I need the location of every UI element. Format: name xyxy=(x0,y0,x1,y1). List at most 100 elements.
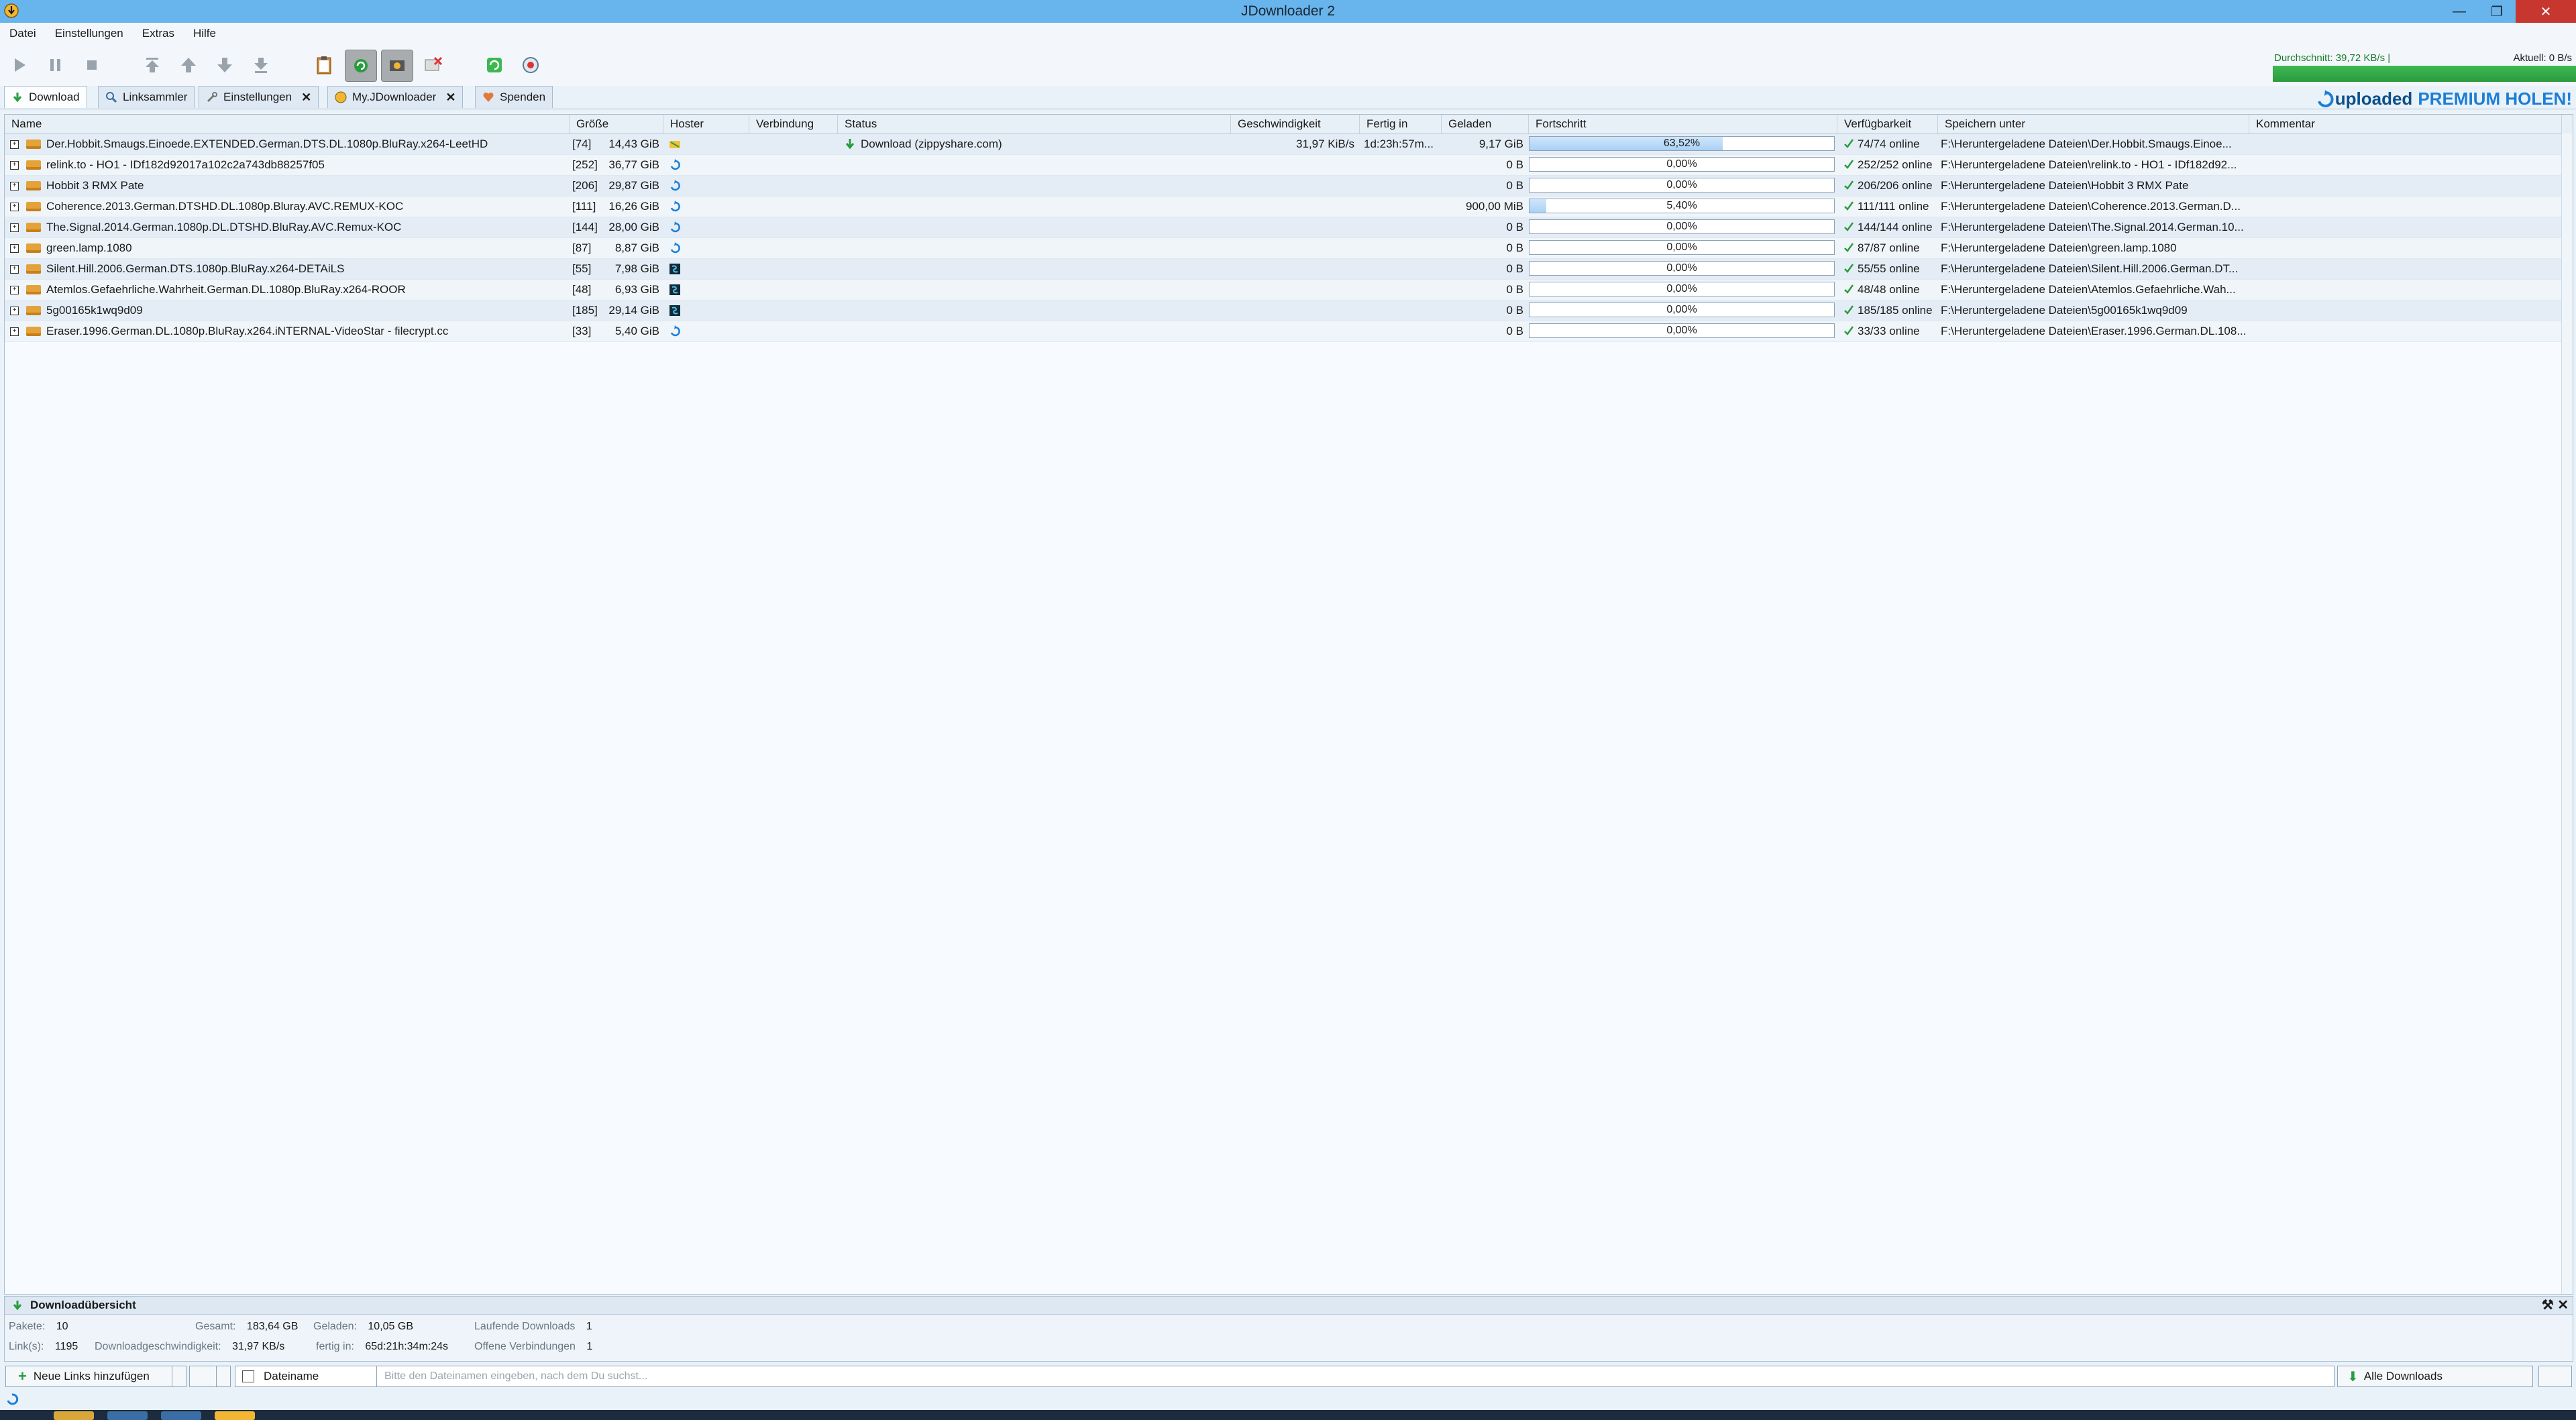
checkmark-icon xyxy=(1844,264,1854,273)
link-count: [111] xyxy=(572,200,596,213)
table-row[interactable]: + Silent.Hill.2006.German.DTS.1080p.BluRa… xyxy=(5,259,2573,280)
tab-linksammler[interactable]: Linksammler xyxy=(98,86,195,108)
status-text xyxy=(861,280,1223,300)
pause-button[interactable] xyxy=(40,50,71,80)
col-connection[interactable]: Verbindung xyxy=(749,115,838,133)
table-row[interactable]: + Hobbit 3 RMX Pate [206] 29,87 GiB 0 B 0,00%… xyxy=(5,176,2573,197)
clipboard-button[interactable] xyxy=(309,50,339,80)
expand-toggle[interactable]: + xyxy=(10,182,19,190)
col-availability[interactable]: Verfügbarkeit xyxy=(1837,115,1938,133)
explorer-task[interactable] xyxy=(54,1411,94,1420)
filter-field-select[interactable]: Dateiname xyxy=(235,1366,377,1386)
table-row[interactable]: +5g00165k1wq9d09 [185] 29,14 GiB 0 B 0,00% 18… xyxy=(5,301,2573,321)
menu-datei[interactable]: Datei xyxy=(0,27,46,40)
table-row[interactable]: + Eraser.1996.German.DL.1080p.BluRay.x264… xyxy=(5,321,2573,342)
progress-bar: 0,00% xyxy=(1529,178,1835,193)
menu-hilfe[interactable]: Hilfe xyxy=(184,27,225,40)
silent-mode-button[interactable] xyxy=(417,50,448,80)
menu-einstellungen[interactable]: Einstellungen xyxy=(46,27,133,40)
start-button[interactable] xyxy=(4,50,35,80)
availability-value: 87/87 online xyxy=(1858,241,1920,254)
tab-bar: Download Linksammler Einstellungen ✕ My.… xyxy=(0,86,2576,109)
expand-toggle[interactable]: + xyxy=(10,203,19,211)
expand-toggle[interactable]: + xyxy=(10,286,19,294)
settings-icon[interactable]: ⚒ xyxy=(2542,1298,2554,1313)
availability-value: 252/252 online xyxy=(1858,158,1933,171)
move-down-button[interactable] xyxy=(209,50,240,80)
col-comment[interactable]: Kommentar xyxy=(2249,115,2562,133)
move-up-button[interactable] xyxy=(173,50,204,80)
speed-meter: Durchschnitt: 39,72 KB/s | Aktuell: 0 B/… xyxy=(2273,51,2576,82)
app-task[interactable] xyxy=(161,1411,201,1420)
browser-task[interactable] xyxy=(107,1411,148,1420)
expand-toggle[interactable]: + xyxy=(10,140,19,149)
view-select[interactable]: ⬇ Alle Downloads xyxy=(2337,1366,2533,1387)
update-button[interactable] xyxy=(515,50,546,80)
tab-einstellungen[interactable]: Einstellungen ✕ xyxy=(199,86,319,108)
col-eta[interactable]: Fertig in xyxy=(1360,115,1442,133)
view-dropdown[interactable] xyxy=(216,1366,231,1387)
auto-reconnect-button[interactable] xyxy=(345,50,377,82)
vertical-scrollbar[interactable] xyxy=(2561,133,2573,1294)
move-top-button[interactable] xyxy=(137,50,168,80)
reconnect-button[interactable] xyxy=(479,50,510,80)
package-name: relink.to - HO1 - IDf182d92017a102c2a743… xyxy=(46,158,325,171)
col-hoster[interactable]: Hoster xyxy=(663,115,749,133)
eta-value xyxy=(1361,321,1440,341)
availability-value: 55/55 online xyxy=(1858,262,1920,275)
link-count: [206] xyxy=(572,179,598,192)
tab-download[interactable]: Download xyxy=(4,86,87,108)
expand-toggle[interactable]: + xyxy=(10,161,19,170)
search-input[interactable]: Bitte den Dateinamen eingeben, nach dem … xyxy=(384,1366,647,1386)
close-icon[interactable]: ✕ xyxy=(2557,1298,2569,1313)
close-tab-icon[interactable]: ✕ xyxy=(445,91,455,105)
premium-button[interactable] xyxy=(381,50,413,82)
tab-spenden[interactable]: Spenden xyxy=(475,86,553,108)
save-path: F:\Heruntergeladene Dateien\5g00165k1wq9… xyxy=(1941,304,2188,317)
close-tab-icon[interactable]: ✕ xyxy=(301,91,311,105)
eta-value xyxy=(1361,238,1440,258)
uploaded-premium-banner[interactable]: uploaded PREMIUM HOLEN! xyxy=(2315,89,2572,109)
links-label: Link(s): xyxy=(9,1341,44,1352)
table-row[interactable]: + Coherence.2013.German.DTSHD.DL.1080p.Bl… xyxy=(5,197,2573,217)
share-online-icon xyxy=(669,284,680,295)
save-path: F:\Heruntergeladene Dateien\green.lamp.1… xyxy=(1941,241,2177,254)
expand-toggle[interactable]: + xyxy=(10,327,19,336)
donate-icon xyxy=(483,92,494,102)
maximize-button[interactable]: ❐ xyxy=(2478,0,2516,23)
progress-bar: 0,00% xyxy=(1529,157,1835,172)
expand-toggle[interactable]: + xyxy=(10,265,19,274)
col-loaded[interactable]: Geladen xyxy=(1442,115,1529,133)
close-button[interactable]: ✕ xyxy=(2516,0,2576,23)
uploaded-icon xyxy=(670,159,680,170)
menu-extras[interactable]: Extras xyxy=(133,27,184,40)
table-row[interactable]: + Atemlos.Gefaehrliche.Wahrheit.German.DL… xyxy=(5,280,2573,301)
col-progress[interactable]: Fortschritt xyxy=(1529,115,1837,133)
col-speed[interactable]: Geschwindigkeit xyxy=(1231,115,1360,133)
col-save-to[interactable]: Speichern unter xyxy=(1938,115,2249,133)
table-row[interactable]: + Der.Hobbit.Smaugs.Einoede.EXTENDED.Germ… xyxy=(5,134,2573,155)
progress-bar: 0,00% xyxy=(1529,323,1835,338)
minimize-button[interactable]: — xyxy=(2440,0,2478,23)
add-links-button[interactable]: + Neue Links hinzufügen xyxy=(5,1366,174,1387)
filter-checkbox[interactable] xyxy=(242,1370,254,1382)
move-bottom-button[interactable] xyxy=(246,50,276,80)
expand-toggle[interactable]: + xyxy=(10,244,19,253)
table-row[interactable]: + green.lamp.1080 [87] 8,87 GiB 0 B 0,00% 87/8… xyxy=(5,238,2573,259)
table-row[interactable]: + The.Signal.2014.German.1080p.DL.DTSHD.B… xyxy=(5,217,2573,238)
settings-button[interactable] xyxy=(2538,1366,2572,1387)
table-row[interactable]: + relink.to - HO1 - IDf182d92017a102c2a74… xyxy=(5,155,2573,176)
stop-button[interactable] xyxy=(76,50,107,80)
tab-myjdownloader[interactable]: My.JDownloader ✕ xyxy=(327,86,464,108)
jdownloader-task[interactable] xyxy=(215,1411,255,1420)
package-icon xyxy=(26,181,41,190)
view-toggle-button[interactable] xyxy=(189,1366,217,1387)
expand-toggle[interactable]: + xyxy=(10,307,19,315)
add-links-dropdown[interactable] xyxy=(172,1366,186,1387)
package-icon xyxy=(26,160,41,170)
col-size[interactable]: Größe xyxy=(570,115,663,133)
col-status[interactable]: Status xyxy=(838,115,1231,133)
col-name[interactable]: Name xyxy=(5,115,570,133)
expand-toggle[interactable]: + xyxy=(10,223,19,232)
loaded-value: 10,05 GB xyxy=(368,1321,413,1332)
